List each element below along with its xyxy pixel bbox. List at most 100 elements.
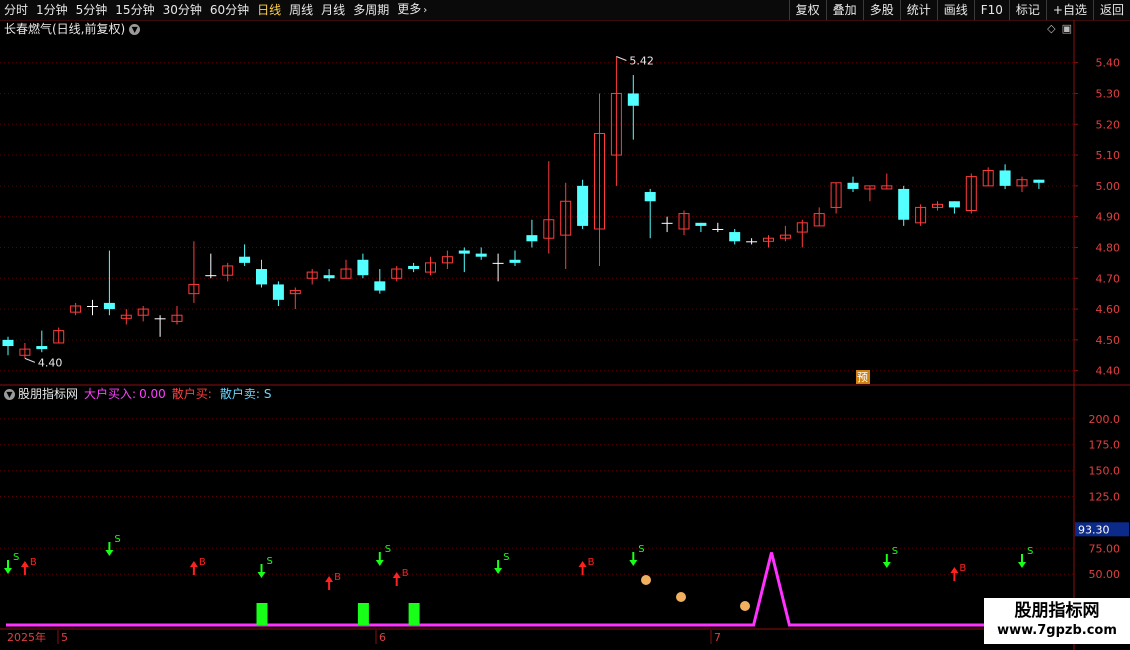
chart-corner-icons: ◇ ▣ — [1047, 22, 1072, 35]
candle-body — [509, 259, 521, 263]
kline-chart[interactable]: 5.40 5.30 5.20 5.10 5.00 4.90 4.80 4.70 4.60 4.50… — [0, 0, 1130, 650]
retail-buy-label: 散户买: — [171, 387, 212, 401]
buy-arrow-icon — [578, 561, 587, 567]
candle-body — [2, 339, 14, 347]
sell-arrow-icon — [4, 568, 12, 574]
candle-body — [695, 222, 707, 226]
low-price-label: 4.40 — [38, 356, 63, 369]
indicator-title: ▼ 股朋指标网 大户买入: 0.00 散户买: 散户卖: S — [4, 386, 272, 402]
buy-signal-label: B — [588, 557, 595, 568]
indicator-line — [6, 552, 985, 627]
indicator-current-value: 93.30 — [1078, 523, 1110, 536]
price-tick-label: 4.80 — [1096, 241, 1121, 254]
chevron-down-icon[interactable]: ▼ — [4, 388, 15, 400]
indicator-tick-label: 150.0 — [1089, 465, 1121, 478]
buy-arrow-icon — [325, 576, 334, 582]
price-tick-label: 5.00 — [1096, 180, 1121, 193]
candle-body — [898, 188, 910, 220]
candle-body — [458, 250, 470, 254]
sell-signal-label: S — [892, 546, 898, 557]
buy-signal-label: B — [30, 557, 37, 568]
buy-signal-label: B — [402, 568, 409, 579]
hand-pointer-icon — [641, 575, 651, 585]
sell-signal-label: S — [638, 544, 644, 555]
candle-body — [1033, 179, 1045, 183]
candle-body — [374, 281, 386, 291]
stock-title: 长春燃气(日线,前复权) ▼ — [4, 21, 141, 37]
candle-body — [526, 235, 538, 242]
indicator-name: 股朋指标网 — [18, 387, 79, 401]
candle-body — [746, 241, 758, 243]
green-volume-bar — [357, 603, 369, 625]
candle-body — [87, 305, 98, 307]
indicator-tick-label: 50.00 — [1089, 568, 1121, 581]
sell-signal-label: S — [267, 556, 273, 567]
candle-body — [661, 222, 673, 224]
buy-arrow-icon — [392, 572, 401, 578]
sell-signal-label: S — [385, 544, 391, 555]
sell-arrow-icon — [375, 560, 384, 566]
big-buy-label: 大户买入: — [84, 387, 137, 401]
diamond-icon[interactable]: ◇ — [1047, 22, 1055, 35]
candle-body — [239, 256, 251, 263]
big-buy-value: 0.00 — [139, 387, 166, 401]
date-month-label: 6 — [379, 631, 386, 644]
sell-arrow-icon — [105, 550, 114, 556]
candle-body — [103, 302, 115, 310]
price-tick-label: 4.50 — [1096, 334, 1121, 347]
buy-arrow-icon — [189, 561, 198, 567]
forecast-tag: 预 — [857, 371, 868, 384]
price-tick-label: 4.60 — [1096, 303, 1121, 316]
candle-body — [408, 265, 420, 270]
price-tick-label: 4.70 — [1096, 272, 1121, 285]
price-tick-label: 5.20 — [1096, 118, 1121, 131]
candle-body — [154, 318, 166, 320]
hand-pointer-icon — [740, 601, 750, 611]
chevron-down-icon[interactable]: ▼ — [129, 23, 141, 35]
candle-body — [627, 93, 639, 106]
candle-body — [357, 259, 369, 276]
candle-body — [999, 170, 1011, 186]
indicator-tick-label: 125.0 — [1089, 490, 1121, 503]
retail-sell-label: 散户卖: — [219, 387, 260, 401]
watermark: 股朋指标网 www.7gpzb.com — [984, 598, 1130, 644]
sell-signal-label: S — [13, 552, 19, 563]
date-month-label: 7 — [714, 631, 721, 644]
candle-body — [205, 275, 217, 277]
sell-arrow-icon — [494, 568, 503, 574]
watermark-url: www.7gpzb.com — [997, 623, 1117, 638]
stock-title-text: 长春燃气(日线,前复权) — [4, 22, 126, 36]
sell-arrow-icon — [257, 572, 266, 578]
candle-body — [729, 232, 741, 242]
candle-body — [256, 269, 267, 285]
high-price-label: 5.42 — [629, 54, 654, 67]
candle-body — [475, 253, 487, 257]
retail-sell-value: S — [263, 387, 272, 401]
green-volume-bar — [256, 603, 268, 625]
price-tick-label: 4.90 — [1096, 211, 1121, 224]
candle-body — [323, 275, 335, 279]
buy-arrow-icon — [950, 567, 959, 573]
buy-signal-label: B — [199, 557, 206, 568]
low-marker-line — [24, 357, 36, 363]
candle-body — [492, 262, 504, 264]
date-year-label: 2025年 — [7, 630, 46, 644]
sell-signal-label: S — [114, 534, 120, 545]
candle-body — [712, 228, 724, 230]
candle-body — [272, 284, 284, 300]
price-tick-label: 5.10 — [1096, 149, 1121, 162]
date-month-label: 5 — [61, 631, 68, 644]
high-marker-line — [616, 56, 627, 61]
green-volume-bar — [408, 603, 420, 625]
price-tick-label: 4.40 — [1096, 365, 1121, 378]
candle-body — [847, 182, 859, 189]
buy-arrow-icon — [20, 561, 29, 567]
indicator-tick-label: 75.00 — [1089, 542, 1121, 555]
sell-arrow-icon — [1018, 562, 1026, 568]
sell-arrow-icon — [882, 562, 891, 568]
buy-signal-label: B — [334, 572, 341, 583]
candle-body — [36, 346, 48, 350]
buy-signal-label: B — [959, 563, 966, 574]
hand-pointer-icon — [676, 592, 686, 602]
panel-toggle-icon[interactable]: ▣ — [1062, 22, 1072, 35]
